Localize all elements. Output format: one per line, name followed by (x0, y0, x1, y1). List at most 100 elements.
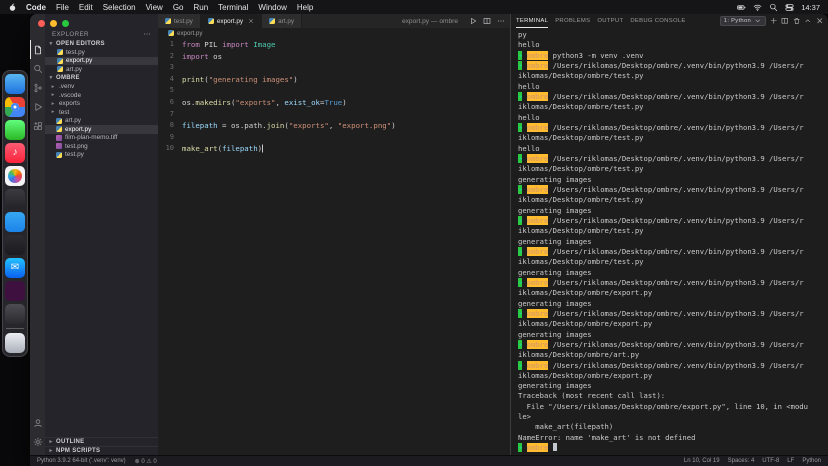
dock-chrome-icon[interactable] (5, 97, 25, 117)
status-item[interactable]: Python 3.9.2 64-bit ('.venv': venv) (37, 458, 126, 465)
line-number: 6 (158, 97, 182, 109)
python-file-icon (165, 18, 171, 24)
dock-twitter-icon[interactable] (5, 212, 25, 232)
panel-tab-debug-console[interactable]: DEBUG CONSOLE (630, 14, 685, 28)
dock-slack-icon[interactable] (5, 281, 25, 301)
tree-item-label: film-plan-memo.tiff (65, 134, 117, 141)
tab-export-py[interactable]: export.py (201, 14, 262, 28)
tab-art-py[interactable]: art.py (262, 14, 302, 28)
tree-folder[interactable]: ▸.vscode (45, 91, 158, 100)
terminal-line: ➜ ombre /Users/riklomas/Desktop/ombre/.v… (518, 61, 828, 71)
status-item[interactable]: Python (802, 458, 821, 464)
dock-garageband-icon[interactable] (5, 304, 25, 324)
menu-item-go[interactable]: Go (168, 3, 189, 12)
menu-item-terminal[interactable]: Terminal (213, 3, 253, 12)
terminal-line: hello (518, 40, 828, 50)
kill-terminal-icon[interactable] (793, 17, 801, 25)
menu-item-edit[interactable]: Edit (74, 3, 98, 12)
chevron-right-icon: ▸ (48, 439, 54, 445)
split-terminal-icon[interactable] (781, 17, 789, 25)
activity-run-debug-icon[interactable] (30, 97, 45, 116)
tree-item-label: export.py (65, 126, 91, 133)
dock-music-icon[interactable]: ♪ (5, 143, 25, 163)
apple-menu-icon[interactable] (8, 3, 17, 12)
chevron-right-icon: ▸ (50, 101, 56, 107)
tree-file[interactable]: export.py (45, 125, 158, 134)
status-item[interactable]: UTF-8 (762, 458, 779, 464)
menu-item-file[interactable]: File (51, 3, 74, 12)
menu-item-code[interactable]: Code (21, 3, 51, 12)
terminal-line: generating images (518, 237, 828, 247)
tree-folder[interactable]: ▸test (45, 108, 158, 117)
close-window-button[interactable] (38, 20, 45, 27)
dock-trash-icon[interactable] (5, 333, 25, 353)
status-item[interactable]: LF (787, 458, 794, 464)
dock-finder-icon[interactable] (5, 74, 25, 94)
dock: ♪✉ (2, 70, 28, 357)
add-terminal-icon[interactable] (770, 17, 778, 25)
dock-app-dark-2-icon[interactable] (5, 235, 25, 255)
line-number: 5 (158, 85, 182, 97)
close-icon[interactable] (248, 18, 254, 24)
close-panel-icon[interactable] (816, 17, 824, 25)
activity-explorer-icon[interactable] (30, 40, 45, 59)
panel-tab-output[interactable]: OUTPUT (597, 14, 623, 28)
tree-file[interactable]: test.png (45, 142, 158, 151)
wifi-icon[interactable] (753, 3, 762, 12)
maximize-panel-icon[interactable] (804, 17, 812, 25)
terminal-selector-dropdown[interactable]: 1: Python (720, 16, 766, 26)
open-editors-header[interactable]: ▾ OPEN EDITORS (45, 39, 158, 48)
code-editor[interactable]: 1from PIL import Image2import os34print(… (158, 38, 510, 455)
tree-file[interactable]: art.py (45, 117, 158, 126)
dock-photos-icon[interactable] (5, 166, 25, 186)
activity-account-icon[interactable] (30, 413, 45, 432)
menu-item-selection[interactable]: Selection (98, 3, 141, 12)
menu-item-help[interactable]: Help (292, 3, 318, 12)
terminal-line: le> (518, 412, 828, 422)
python-file-icon (168, 30, 174, 36)
terminal-line: generating images (518, 330, 828, 340)
section-npm-scripts[interactable]: ▸NPM SCRIPTS (45, 446, 158, 455)
terminal-output[interactable]: pyhello➜ ombre python3 -m venv .venv➜ om… (511, 28, 828, 455)
activity-settings-icon[interactable] (30, 432, 45, 451)
status-item[interactable]: ⊗ 0 ⚠ 0 (135, 458, 157, 465)
terminal-line: ➜ ombre /Users/riklomas/Desktop/ombre/.v… (518, 278, 828, 288)
tree-folder[interactable]: ▸exports (45, 100, 158, 109)
menu-item-view[interactable]: View (141, 3, 168, 12)
control-center-icon[interactable] (785, 3, 794, 12)
dock-app-dark-1-icon[interactable] (5, 189, 25, 209)
panel-tab-problems[interactable]: PROBLEMS (555, 14, 590, 28)
battery-icon[interactable] (737, 3, 746, 12)
status-item[interactable]: Spaces: 4 (728, 458, 755, 464)
activity-extensions-icon[interactable] (30, 116, 45, 135)
status-item[interactable]: Ln 10, Col 19 (684, 458, 720, 464)
code-line: 1from PIL import Image (158, 39, 510, 51)
zoom-window-button[interactable] (62, 20, 69, 27)
activity-search-icon[interactable] (30, 59, 45, 78)
open-editor-item[interactable]: export.py (45, 57, 158, 66)
terminal-line: ➜ ombre /Users/riklomas/Desktop/ombre/.v… (518, 185, 828, 195)
section-outline[interactable]: ▸OUTLINE (45, 437, 158, 446)
dock-whatsapp-icon[interactable] (5, 120, 25, 140)
open-editor-item[interactable]: test.py (45, 48, 158, 57)
line-number: 7 (158, 109, 182, 121)
workspace-header[interactable]: ▾ OMBRE (45, 74, 158, 83)
activity-source-control-icon[interactable] (30, 78, 45, 97)
search-icon[interactable] (769, 3, 778, 12)
explorer-more-actions-icon[interactable] (143, 30, 151, 38)
breadcrumb[interactable]: export.py (158, 28, 510, 38)
tree-file[interactable]: film-plan-memo.tiff (45, 134, 158, 143)
terminal-line: ➜ ombre /Users/riklomas/Desktop/ombre/.v… (518, 340, 828, 350)
open-editor-item[interactable]: art.py (45, 65, 158, 74)
tree-folder[interactable]: ▸.venv (45, 83, 158, 92)
menu-item-run[interactable]: Run (188, 3, 213, 12)
menu-item-window[interactable]: Window (253, 3, 291, 12)
minimize-window-button[interactable] (50, 20, 57, 27)
code-text: print("generating images") (182, 74, 298, 86)
tab-test-py[interactable]: test.py (158, 14, 201, 28)
menu-clock[interactable]: 14:37 (801, 3, 820, 12)
status-right: Ln 10, Col 19 Spaces: 4 UTF-8 LF Python (684, 458, 821, 464)
tree-file[interactable]: test.py (45, 151, 158, 160)
line-number: 8 (158, 120, 182, 132)
dock-mail-icon[interactable]: ✉ (5, 258, 25, 278)
